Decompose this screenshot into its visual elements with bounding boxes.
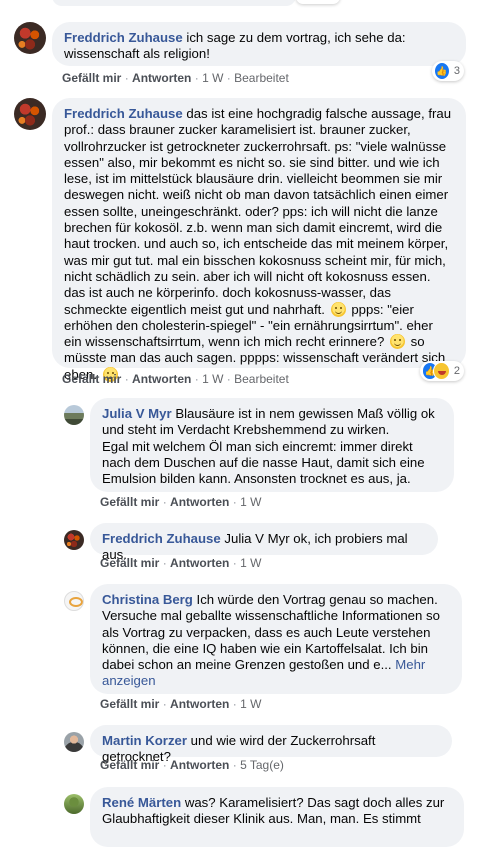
timestamp[interactable]: 1 W xyxy=(240,495,261,509)
timestamp[interactable]: 1 W xyxy=(240,697,261,711)
reply-link[interactable]: Antworten xyxy=(170,697,229,711)
reply-author[interactable]: Freddrich Zuhause xyxy=(102,531,221,546)
reply-link[interactable]: Antworten xyxy=(170,495,229,509)
separator: · xyxy=(226,372,231,386)
like-link[interactable]: Gefällt mir xyxy=(100,697,159,711)
separator: · xyxy=(232,495,237,509)
reaction-badge[interactable]: 👍 3 xyxy=(432,61,464,81)
reply-text-continued: Egal mit welchem Öl man sich eincremt: i… xyxy=(102,438,425,487)
avatar[interactable] xyxy=(64,530,84,550)
avatar[interactable] xyxy=(64,732,84,752)
comment-author[interactable]: Freddrich Zuhause xyxy=(64,30,183,45)
timestamp[interactable]: 5 Tag(e) xyxy=(240,758,284,772)
separator: · xyxy=(194,71,199,85)
reply-bubble: Martin Korzer und wie wird der Zuckerroh… xyxy=(90,725,452,764)
reply-link[interactable]: Antworten xyxy=(170,556,229,570)
reply-bubble: Christina Berg Ich würde den Vortrag gen… xyxy=(90,584,462,694)
reply-link[interactable]: Antworten xyxy=(132,372,191,386)
like-link[interactable]: Gefällt mir xyxy=(100,758,159,772)
timestamp[interactable]: 1 W xyxy=(240,556,261,570)
separator: · xyxy=(232,556,237,570)
timestamp[interactable]: 1 W xyxy=(202,372,223,386)
reply-actions: Gefällt mir · Antworten · 1 W xyxy=(100,556,261,570)
reaction-count: 2 xyxy=(453,365,460,377)
like-link[interactable]: Gefällt mir xyxy=(100,556,159,570)
like-link[interactable]: Gefällt mir xyxy=(100,495,159,509)
comment-actions: Gefällt mir · Antworten · 1 W · Bearbeit… xyxy=(62,71,289,85)
smile-emoji-icon xyxy=(330,301,346,317)
previous-comment-bubble xyxy=(52,0,296,6)
reply-bubble: Julia V Myr Blausäure ist in nem gewisse… xyxy=(90,398,454,492)
avatar[interactable] xyxy=(64,794,84,814)
smile-emoji-icon xyxy=(389,334,405,350)
separator: · xyxy=(162,495,167,509)
avatar[interactable] xyxy=(14,22,46,54)
reply-link[interactable]: Antworten xyxy=(132,71,191,85)
separator: · xyxy=(162,556,167,570)
reply-author[interactable]: Christina Berg xyxy=(102,592,193,607)
comment-bubble: Freddrich Zuhause das ist eine hochgradi… xyxy=(52,98,466,382)
separator: · xyxy=(232,697,237,711)
like-link[interactable]: Gefällt mir xyxy=(62,372,121,386)
reply-link[interactable]: Antworten xyxy=(170,758,229,772)
comment-actions: Gefällt mir · Antworten · 1 W · Bearbeit… xyxy=(62,372,289,386)
reply-author[interactable]: René Märten xyxy=(102,795,181,810)
edited-label: Bearbeitet xyxy=(234,71,289,85)
previous-reaction-badge[interactable] xyxy=(296,0,340,4)
avatar[interactable] xyxy=(64,591,84,611)
like-icon: 👍 xyxy=(434,62,450,80)
reply-actions: Gefällt mir · Antworten · 5 Tag(e) xyxy=(100,758,284,772)
like-link[interactable]: Gefällt mir xyxy=(62,71,121,85)
reply-actions: Gefällt mir · Antworten · 1 W xyxy=(100,697,261,711)
separator: · xyxy=(162,697,167,711)
comment-bubble: Freddrich Zuhause ich sage zu dem vortra… xyxy=(52,22,466,66)
reaction-count: 3 xyxy=(453,65,460,77)
reply-bubble: Freddrich Zuhause Julia V Myr ok, ich pr… xyxy=(90,523,438,562)
edited-label: Bearbeitet xyxy=(234,372,289,386)
timestamp[interactable]: 1 W xyxy=(202,71,223,85)
haha-icon xyxy=(433,362,450,380)
reply-actions: Gefällt mir · Antworten · 1 W xyxy=(100,495,261,509)
separator: · xyxy=(162,758,167,772)
reply-author[interactable]: Julia V Myr xyxy=(102,406,172,421)
reply-bubble: René Märten was? Karamelisiert? Das sagt… xyxy=(90,787,464,847)
avatar[interactable] xyxy=(14,98,46,130)
comment-author[interactable]: Freddrich Zuhause xyxy=(64,106,183,121)
separator: · xyxy=(232,758,237,772)
reaction-badge[interactable]: 👍 2 xyxy=(420,361,464,381)
separator: · xyxy=(124,71,129,85)
separator: · xyxy=(124,372,129,386)
separator: · xyxy=(226,71,231,85)
comment-text: das ist eine hochgradig falsche aussage,… xyxy=(64,106,452,317)
separator: · xyxy=(194,372,199,386)
reply-author[interactable]: Martin Korzer xyxy=(102,733,187,748)
avatar[interactable] xyxy=(64,405,84,425)
